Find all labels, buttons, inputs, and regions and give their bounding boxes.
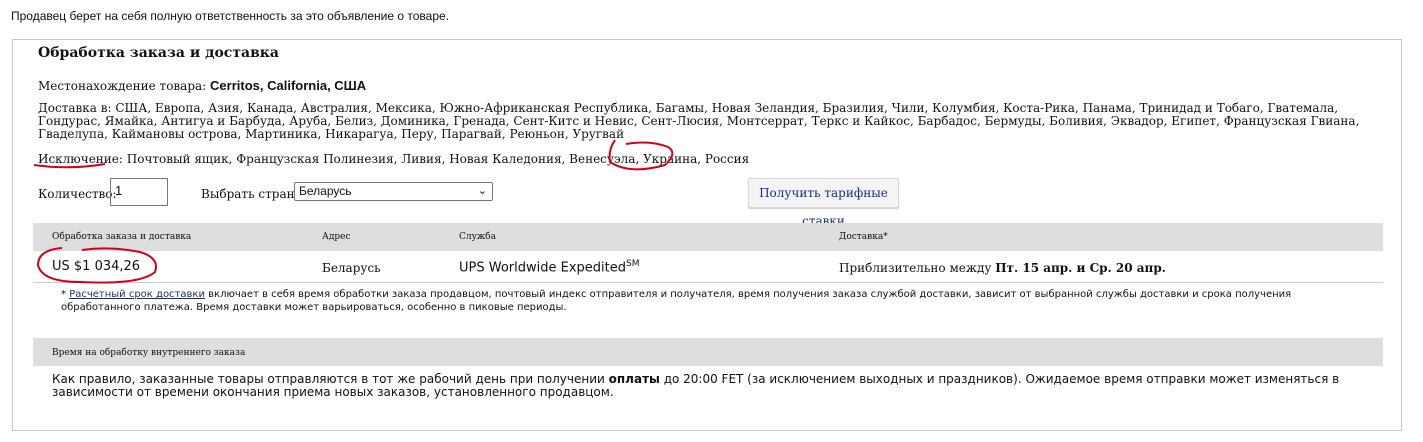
handling-text-1: Как правило, заказанные товары отправляю… bbox=[52, 372, 605, 386]
exclusions: Исключение: Почтовый ящик, Французская П… bbox=[38, 152, 750, 166]
handling-time-title: Время на обработку внутреннего заказа bbox=[52, 348, 246, 358]
delivery-prefix: Приблизительно между bbox=[839, 261, 992, 275]
header-service: Служба bbox=[459, 232, 496, 242]
country-selected: Беларусь bbox=[299, 184, 352, 198]
ships-to-label: Доставка в: bbox=[38, 101, 112, 115]
location-label: Местонахождение товара: bbox=[38, 79, 207, 93]
estimate-link[interactable]: Расчетный срок доставки bbox=[69, 289, 205, 300]
ships-to: Доставка в: США, Европа, Азия, Канада, А… bbox=[38, 102, 1388, 141]
header-delivery: Доставка* bbox=[839, 232, 888, 242]
row-delivery: Приблизительно между Пт. 15 апр. и Ср. 2… bbox=[839, 261, 1166, 275]
header-address: Адрес bbox=[322, 232, 351, 242]
handling-time-text: Как правило, заказанные товары отправляю… bbox=[52, 373, 1372, 399]
country-label: Выбрать страну: bbox=[201, 187, 306, 201]
handling-time-header: Время на обработку внутреннего заказа bbox=[33, 338, 1383, 366]
estimate-note-text: включает в себя время обработки заказа п… bbox=[61, 289, 1292, 313]
service-mark: SM bbox=[626, 259, 640, 269]
delivery-estimate-note: * Расчетный срок доставки включает в себ… bbox=[61, 289, 1292, 313]
seller-responsibility-note: Продавец берет на себя полную ответствен… bbox=[11, 9, 450, 23]
handling-text-bold: оплаты bbox=[608, 372, 660, 386]
chevron-down-icon: ⌄ bbox=[477, 185, 487, 197]
quantity-label: Количество: bbox=[38, 187, 117, 201]
exclusion-list: Почтовый ящик, Французская Полинезия, Ли… bbox=[126, 152, 750, 166]
delivery-dates: Пт. 15 апр. и Ср. 20 апр. bbox=[995, 261, 1166, 275]
country-select[interactable]: Беларусь ⌄ bbox=[294, 182, 493, 201]
shipping-price: US $1 034,26 bbox=[52, 259, 141, 274]
section-title: Обработка заказа и доставка bbox=[38, 45, 279, 61]
get-rates-button[interactable]: Получить тарифные ставки bbox=[748, 178, 899, 228]
service-name: UPS Worldwide Expedited bbox=[459, 260, 626, 276]
header-handling: Обработка заказа и доставка bbox=[52, 232, 192, 242]
rate-controls: Количество: 1 Выбрать страну: Беларусь ⌄… bbox=[38, 178, 1378, 228]
row-service: UPS Worldwide ExpeditedSM bbox=[459, 259, 639, 275]
row-address: Беларусь bbox=[322, 261, 381, 275]
table-row: US $1 034,26 Беларусь UPS Worldwide Expe… bbox=[33, 251, 1383, 283]
shipping-panel: Обработка заказа и доставка Местонахожде… bbox=[12, 39, 1402, 431]
ships-to-list: США, Европа, Азия, Канада, Австралия, Ме… bbox=[38, 101, 1360, 141]
shipping-table-header: Обработка заказа и доставка Адрес Служба… bbox=[33, 223, 1383, 251]
quantity-input[interactable]: 1 bbox=[110, 178, 168, 206]
location-value: Cerritos, California, США bbox=[210, 78, 367, 93]
exclusion-label: Исключение bbox=[38, 152, 119, 166]
item-location: Местонахождение товара: Cerritos, Califo… bbox=[38, 78, 366, 93]
